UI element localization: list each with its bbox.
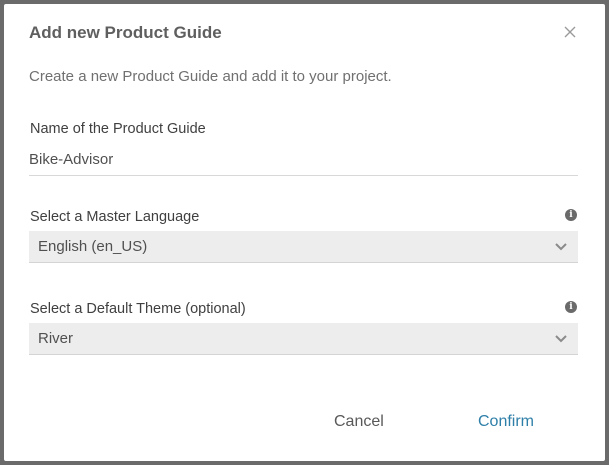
info-icon[interactable]: i [565,301,577,313]
master-language-label: Select a Master Language [30,209,200,225]
dialog-subtitle: Create a new Product Guide and add it to… [29,68,392,85]
add-product-guide-dialog: Add new Product Guide Create a new Produ… [4,4,605,461]
chevron-down-icon [555,335,567,343]
product-guide-name-input[interactable] [29,144,578,176]
master-language-value: English (en_US) [38,238,148,255]
name-field-label: Name of the Product Guide [30,121,206,137]
cancel-button[interactable]: Cancel [334,413,384,431]
default-theme-value: River [38,330,74,347]
chevron-down-icon [555,243,567,251]
confirm-button[interactable]: Confirm [478,413,534,431]
close-icon[interactable] [560,22,580,42]
info-icon[interactable]: i [565,209,577,221]
default-theme-select[interactable]: River [29,323,578,355]
master-language-select[interactable]: English (en_US) [29,231,578,263]
default-theme-label: Select a Default Theme (optional) [30,301,246,317]
dialog-title: Add new Product Guide [29,23,222,42]
